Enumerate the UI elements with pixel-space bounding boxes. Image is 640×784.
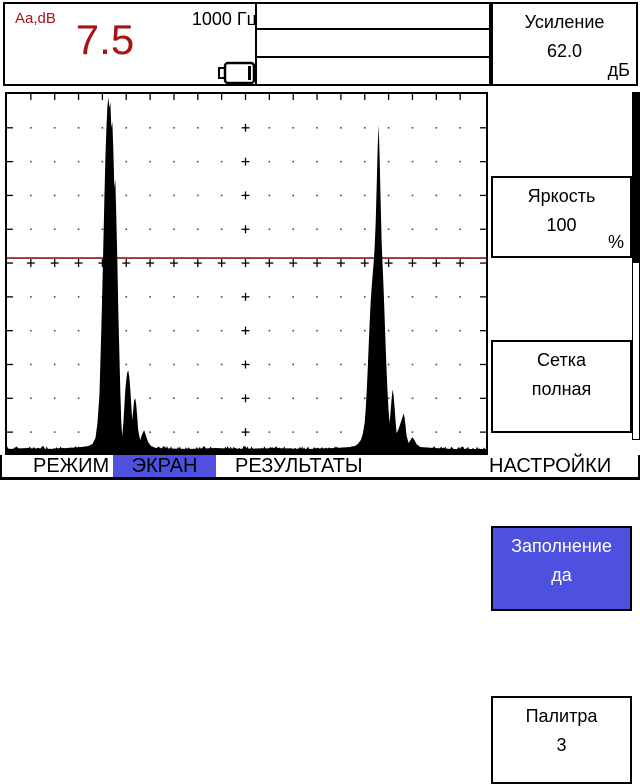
- ascan-waveform: [7, 94, 486, 453]
- param-grid-value: полная: [532, 379, 592, 400]
- param-fill-value: да: [551, 565, 572, 586]
- param-palette-label: Палитра: [526, 706, 598, 727]
- scrollbar-thumb[interactable]: [633, 93, 639, 263]
- menu-bar: РЕЖИМ ЭКРАН РЕЗУЛЬТАТЫ НАСТРОЙКИ: [0, 455, 640, 477]
- param-grid[interactable]: Сетка полная: [491, 340, 632, 433]
- param-grid-label: Сетка: [537, 350, 586, 371]
- param-fill-selected[interactable]: Заполнение да: [491, 526, 632, 611]
- param-palette[interactable]: Палитра 3: [491, 696, 632, 784]
- battery-icon: [217, 60, 257, 86]
- param-gain-label: Усиление: [525, 12, 605, 33]
- menu-item-screen[interactable]: ЭКРАН: [113, 455, 216, 477]
- param-fill-label: Заполнение: [511, 536, 612, 557]
- param-brightness-label: Яркость: [528, 186, 596, 207]
- info-row-3: [257, 58, 491, 86]
- param-brightness-value: 100: [546, 215, 576, 236]
- menu-item-mode[interactable]: РЕЖИМ: [33, 455, 109, 477]
- param-gain-unit: дБ: [608, 60, 630, 81]
- scrollbar[interactable]: [632, 92, 640, 440]
- param-brightness-unit: %: [608, 232, 624, 253]
- info-rows: [257, 2, 491, 86]
- mode-label: Aa,dB: [15, 10, 56, 27]
- param-gain[interactable]: Усиление 62.0 дБ: [491, 2, 638, 86]
- menu-item-results[interactable]: РЕЗУЛЬТАТЫ: [235, 455, 363, 477]
- info-row-1: [257, 2, 491, 30]
- ascan-plot: [5, 92, 488, 455]
- info-row-2: [257, 30, 491, 58]
- param-gain-value: 62.0: [547, 41, 582, 62]
- param-brightness[interactable]: Яркость 100 %: [491, 176, 632, 258]
- measurement-panel: Aa,dB 7.5 1000 Гц: [3, 2, 257, 86]
- param-palette-value: 3: [556, 735, 566, 756]
- mode-value: 7.5: [60, 16, 150, 64]
- menu-item-settings[interactable]: НАСТРОЙКИ: [489, 455, 611, 477]
- frequency-value: 1000 Гц: [145, 9, 257, 30]
